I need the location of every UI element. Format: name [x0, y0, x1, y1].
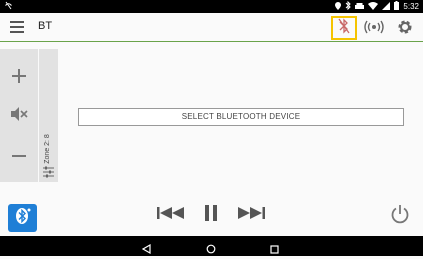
bottom-bar — [0, 192, 423, 236]
nav-bar — [0, 236, 423, 256]
pause-icon — [204, 204, 218, 226]
app-bar: BT — [0, 13, 423, 42]
volume-up-button[interactable] — [0, 63, 38, 93]
mute-icon — [10, 106, 28, 127]
power-icon — [390, 204, 410, 229]
select-bluetooth-device-button[interactable]: SELECT BLUETOOTH DEVICE — [78, 108, 404, 126]
power-button[interactable] — [389, 204, 411, 229]
bluetooth-disabled-button[interactable] — [331, 16, 357, 40]
battery-icon — [394, 1, 400, 12]
gear-icon[interactable] — [395, 17, 415, 37]
bluetooth-source-icon — [15, 207, 31, 230]
menu-icon[interactable] — [10, 21, 24, 33]
next-button[interactable] — [237, 206, 265, 224]
status-bar: 5:32 — [0, 0, 423, 13]
previous-icon — [157, 206, 185, 224]
home-icon[interactable] — [206, 241, 216, 259]
bluetooth-source-button[interactable] — [8, 204, 37, 232]
bluetooth-icon — [345, 0, 352, 12]
signal-icon — [382, 1, 391, 12]
next-icon — [237, 206, 265, 224]
zone-controls — [0, 49, 38, 182]
previous-button[interactable] — [157, 206, 185, 224]
location-icon — [335, 1, 342, 12]
pause-button[interactable] — [202, 204, 220, 226]
volume-down-button[interactable] — [0, 139, 38, 169]
status-time: 5:32 — [403, 2, 419, 11]
volume-down-icon — [11, 145, 27, 163]
zone-panel: Zone 2: 8 — [0, 49, 59, 182]
recents-icon[interactable] — [270, 241, 279, 259]
broadcast-icon[interactable] — [364, 17, 384, 37]
back-icon[interactable] — [141, 241, 151, 259]
app-title: BT — [38, 20, 53, 32]
mute-button[interactable] — [0, 101, 38, 131]
car-icon — [355, 2, 365, 12]
volume-up-icon — [11, 68, 27, 89]
bluetooth-disabled-icon — [338, 17, 350, 39]
no-notification-icon — [4, 1, 13, 12]
wifi-icon — [368, 1, 379, 12]
equalizer-icon[interactable] — [43, 165, 54, 178]
zone-strip[interactable]: Zone 2: 8 — [39, 49, 58, 182]
